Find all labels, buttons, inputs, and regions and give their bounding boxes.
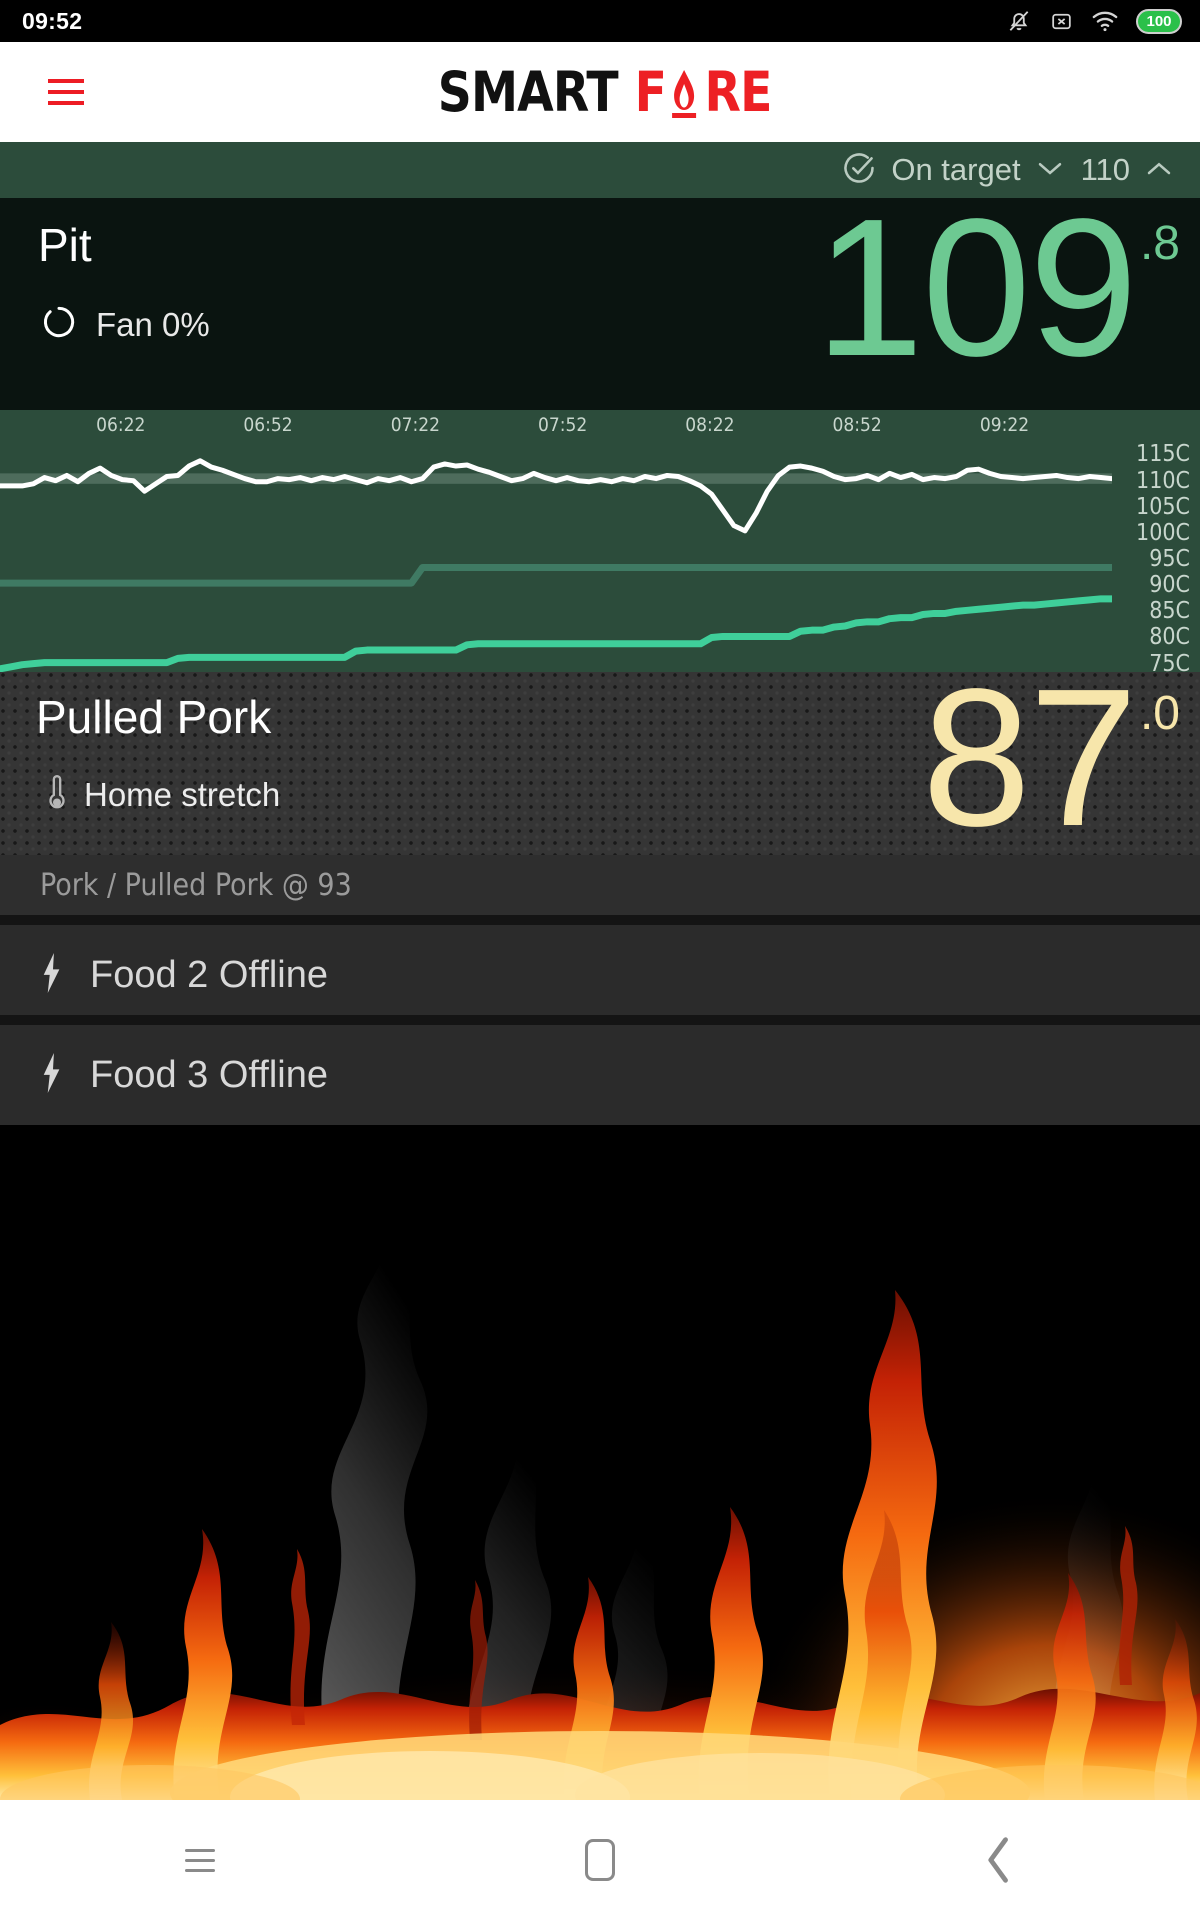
chart-y-tick: 100C <box>1136 519 1190 546</box>
pit-probe-name: Pit <box>38 219 92 271</box>
chart-y-tick: 115C <box>1136 441 1190 468</box>
chart-y-tick: 85C <box>1149 598 1190 625</box>
row-divider <box>0 915 1200 925</box>
chart-y-tick: 75C <box>1149 650 1190 672</box>
fan-icon <box>40 303 78 346</box>
logo-text-smart: SMART <box>437 59 619 124</box>
android-navigation-bar <box>0 1800 1200 1920</box>
battery-icon: 100 <box>1136 8 1182 34</box>
chevron-down-icon[interactable] <box>1035 158 1065 183</box>
chart-y-tick: 90C <box>1149 572 1190 599</box>
chart-x-tick: 09:22 <box>979 414 1030 436</box>
chart-x-tick: 06:22 <box>96 414 146 436</box>
lightning-bolt-icon <box>38 1052 64 1098</box>
fan-status: Fan 0% <box>40 303 210 346</box>
chart-y-tick: 110C <box>1136 467 1190 494</box>
chart-x-tick: 07:52 <box>537 414 588 436</box>
offline-probe-label: Food 3 Offline <box>90 1053 329 1096</box>
chart-plot-area <box>0 442 1112 672</box>
pit-temperature-decimal: .8 <box>1139 217 1180 270</box>
food-probe-name: Pulled Pork <box>36 691 272 743</box>
offline-probe-row-food2[interactable]: Food 2 Offline <box>0 925 1200 1025</box>
chart-y-axis-labels: 115C 110C 105C 100C 95C 90C 85C 80C 75C <box>1108 441 1194 672</box>
chart-y-tick: 105C <box>1136 493 1190 520</box>
hamburger-menu-icon[interactable] <box>48 79 84 105</box>
food-temperature-whole: 87 <box>921 672 1138 855</box>
food-status-label: Home stretch <box>84 775 281 813</box>
pit-probe-card[interactable]: Pit Fan 0% 109 .8 <box>0 198 1200 410</box>
chart-series-line <box>0 567 1112 583</box>
thermometer-icon <box>46 772 68 817</box>
wifi-icon <box>1091 9 1119 33</box>
chart-x-tick: 07:22 <box>390 414 440 436</box>
offline-probe-row-food3[interactable]: Food 3 Offline <box>0 1025 1200 1125</box>
status-bar-clock: 09:52 <box>22 7 83 34</box>
row-divider <box>0 1015 1200 1025</box>
target-temperature-value: 110 <box>1080 152 1130 187</box>
no-sim-icon <box>1049 9 1074 34</box>
food-temperature-decimal: .0 <box>1139 687 1180 740</box>
app-bar: SMART F RE <box>0 42 1200 142</box>
logo-text-re: RE <box>704 59 772 124</box>
chevron-up-icon[interactable] <box>1144 158 1174 183</box>
pit-status-strip: On target 110 <box>0 142 1200 198</box>
food-probe-card[interactable]: Pulled Pork Home stretch 87 .0 <box>0 672 1200 855</box>
chart-x-tick: 06:52 <box>243 414 293 436</box>
status-label: On target <box>891 152 1021 187</box>
chart-x-axis-labels: 06:22 06:52 07:22 07:52 08:22 08:52 09:22 <box>0 414 1112 444</box>
chart-series-line <box>0 599 1112 669</box>
chart-y-tick: 80C <box>1149 624 1190 651</box>
check-circle-icon <box>841 150 877 191</box>
pit-temperature-whole: 109 <box>814 198 1138 397</box>
chart-series-line <box>0 461 1112 531</box>
fan-label: Fan 0% <box>96 305 210 343</box>
app-screen: 09:52 100 SMART F RE On target 110 Pit F… <box>0 0 1200 1920</box>
system-status-bar: 09:52 100 <box>0 0 1200 42</box>
smartfire-logo: SMART F RE <box>423 64 777 120</box>
bell-muted-icon <box>1006 8 1032 34</box>
flame-icon <box>669 64 699 120</box>
pit-temperature-readout: 109 .8 <box>815 198 1180 386</box>
food-recipe-text: Pork / Pulled Pork @ 93 <box>40 867 352 903</box>
temperature-chart[interactable]: 06:22 06:52 07:22 07:52 08:22 08:52 09:22 115C… <box>0 410 1200 672</box>
chart-x-tick: 08:22 <box>685 414 735 436</box>
lightning-bolt-icon <box>38 952 64 998</box>
status-bar-icons: 100 <box>1006 8 1182 34</box>
fire-background-image <box>0 1125 1200 1800</box>
offline-probe-label: Food 2 Offline <box>90 953 329 996</box>
on-target-status[interactable]: On target <box>841 150 1064 191</box>
home-icon[interactable] <box>400 1800 800 1920</box>
logo-text-f: F <box>634 59 667 124</box>
target-temperature-control[interactable]: 110 <box>1081 152 1174 188</box>
food-recipe-meta[interactable]: Pork / Pulled Pork @ 93 <box>0 855 1200 915</box>
food-temperature-readout: 87 .0 <box>922 672 1180 855</box>
back-chevron-icon[interactable] <box>800 1800 1200 1920</box>
chart-y-tick: 95C <box>1149 546 1190 572</box>
chart-x-tick: 08:52 <box>832 414 882 436</box>
food-status: Home stretch <box>46 772 280 817</box>
recents-icon[interactable] <box>0 1800 400 1920</box>
